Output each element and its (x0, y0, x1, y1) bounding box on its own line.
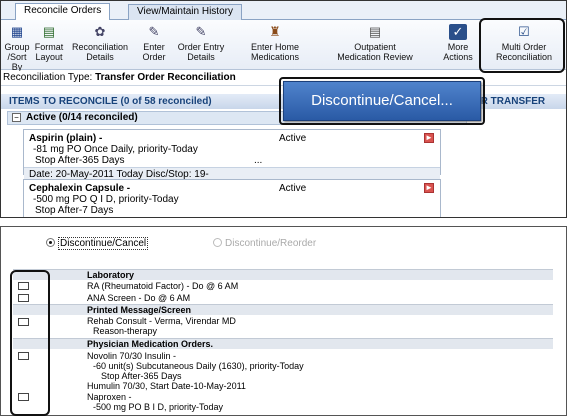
more-actions-icon: ✓ (449, 24, 467, 40)
order-line: Humulin 70/30, Start Date-10-May-2011 (87, 381, 246, 391)
more-actions-button[interactable]: ✓ More Actions (441, 24, 475, 62)
enter-order-icon: ✎ (148, 24, 160, 39)
radio-selected-icon (46, 238, 55, 247)
group-sort-icon: ▦ (10, 24, 24, 39)
order-line: -500 mg PO B I D, priority-Today (93, 402, 224, 412)
order-line: -60 unit(s) Subcutaneous Daily (1630), p… (93, 361, 304, 371)
multi-order-highlight (479, 18, 565, 73)
tab-reconcile-orders[interactable]: Reconcile Orders (15, 3, 111, 21)
order-line: Reason-therapy (93, 326, 158, 336)
outpatient-medication-review-icon: ▤ (368, 24, 382, 39)
radio-unselected-icon (213, 238, 222, 247)
flag-icon: ► (424, 183, 434, 193)
group-header-printed-message: Printed Message/Screen (13, 304, 553, 315)
multi-order-panel: Discontinue/Cancel Discontinue/Reorder L… (0, 226, 567, 416)
reconciliation-details-button[interactable]: ✿ Reconciliation Details (65, 24, 135, 62)
discontinue-cancel-radio[interactable]: Discontinue/Cancel (46, 237, 149, 250)
group-header-laboratory: Laboratory (13, 269, 553, 280)
order-card[interactable]: Aspirin (plain) - Active ► -81 mg PO Onc… (23, 129, 441, 181)
order-line: Stop After-365 Days (101, 371, 182, 381)
popup-highlight (279, 77, 485, 125)
format-layout-button[interactable]: ▤ Format Layout (34, 24, 64, 62)
order-line: RA (Rheumatoid Factor) - Do @ 6 AM (87, 281, 239, 291)
group-header-physician-medication: Physician Medication Orders. (13, 338, 553, 349)
enter-home-medications-button[interactable]: ♜ Enter Home Medications (233, 24, 317, 62)
discontinue-reorder-radio[interactable]: Discontinue/Reorder (213, 238, 316, 249)
order-entry-details-button[interactable]: ✎ Order Entry Details (173, 24, 229, 62)
flag-icon: ► (424, 133, 434, 143)
order-line: Naproxen - (87, 392, 132, 402)
order-card[interactable]: Cephalexin Capsule - Active ► -500 mg PO… (23, 179, 441, 217)
tab-view-maintain-history[interactable]: View/Maintain History (128, 4, 242, 20)
tab-bar: Reconcile Orders View/Maintain History (1, 1, 566, 21)
reconcile-orders-panel: Reconcile Orders View/Maintain History ▦… (0, 0, 567, 218)
enter-home-medications-icon: ♜ (269, 24, 281, 39)
order-entry-details-icon: ✎ (195, 24, 207, 39)
order-line: Rehab Consult - Verma, Virendar MD (87, 316, 236, 326)
collapse-icon[interactable]: − (12, 113, 21, 122)
outpatient-medication-review-button[interactable]: ▤ Outpatient Medication Review (328, 24, 422, 62)
enter-order-button[interactable]: ✎ Enter Order (135, 24, 173, 62)
order-line: ANA Screen - Do @ 6 AM (87, 293, 191, 303)
checkbox-column-highlight (10, 270, 50, 416)
action-radio-group: Discontinue/Cancel Discontinue/Reorder (1, 227, 566, 261)
order-line: Novolin 70/30 Insulin - (87, 351, 177, 361)
reconciliation-details-icon: ✿ (94, 24, 106, 39)
group-sort-button[interactable]: ▦ Group/Sort By (3, 24, 31, 72)
format-layout-icon: ▤ (42, 24, 56, 39)
